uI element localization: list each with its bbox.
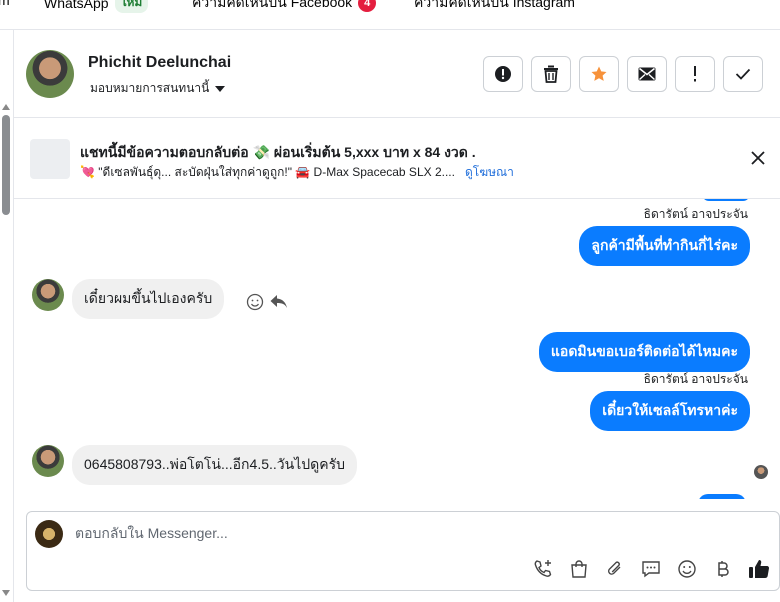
shop-button[interactable]	[567, 557, 591, 581]
scroll-down-arrow[interactable]	[2, 590, 10, 596]
view-ad-link[interactable]: ดูโฆษณา	[465, 163, 514, 182]
mark-done-button[interactable]	[723, 56, 763, 92]
tab-label: m	[0, 0, 10, 8]
star-button[interactable]	[579, 56, 619, 92]
report-spam-button[interactable]	[483, 56, 523, 92]
header-actions	[483, 56, 763, 92]
scrollbar-thumb[interactable]	[2, 115, 10, 215]
phone-plus-icon	[534, 560, 552, 577]
star-icon	[591, 66, 607, 81]
reply-icon[interactable]	[270, 294, 288, 310]
outgoing-message[interactable]: เดี๋ยวให้เซลล์โทรหาค่ะ	[590, 391, 750, 431]
ad-thumbnail[interactable]	[30, 139, 70, 179]
scroll-up-arrow[interactable]	[2, 104, 10, 110]
message-composer	[26, 511, 780, 591]
envelope-icon	[638, 67, 656, 81]
tab-label: ความคิดเห็นบน Instagram	[414, 0, 575, 10]
contact-name[interactable]: Phichit Deelunchai	[88, 54, 231, 72]
smiley-icon[interactable]	[246, 293, 264, 311]
mark-unread-button[interactable]	[627, 56, 667, 92]
check-icon	[735, 68, 751, 80]
message-bubble-partial	[702, 199, 750, 201]
alert-circle-icon	[495, 66, 511, 82]
page-avatar	[35, 520, 63, 548]
thumbs-up-icon	[749, 560, 770, 578]
sender-name: ธิดารัตน์ อาจประจัน	[643, 372, 748, 386]
chat-bubble-icon	[642, 561, 660, 578]
avatar[interactable]	[32, 445, 64, 477]
incoming-message[interactable]: เดี๋ยวผมขึ้นไปเองครับ	[72, 279, 225, 319]
avatar[interactable]	[32, 279, 64, 311]
ad-title: แชทนี้มีข้อความตอบกลับต่อ 💸 ผ่อนเริ่มต้น…	[80, 144, 476, 160]
chevron-down-icon	[215, 85, 226, 92]
outgoing-message[interactable]: ลูกค้ามีพื้นที่ทำกินกี่ไร่คะ	[579, 226, 750, 266]
tab-whatsapp[interactable]: WhatsApp ใหม่	[44, 0, 149, 13]
close-icon[interactable]	[750, 150, 766, 166]
message-thread[interactable]: ธิดารัตน์ อาจประจัน ลูกค้ามีพื้นที่ทำกิน…	[14, 199, 780, 499]
emoji-button[interactable]	[675, 557, 699, 581]
message-bubble-partial	[698, 494, 746, 499]
exclamation-icon	[694, 66, 696, 82]
reply-input[interactable]	[75, 525, 675, 541]
shopping-bag-icon	[571, 560, 587, 578]
like-button[interactable]	[747, 557, 771, 581]
attach-button[interactable]	[603, 557, 627, 581]
channel-tabs: m WhatsApp ใหม่ ความคิดเห็นบน Facebook 4…	[0, 0, 780, 30]
smiley-icon	[678, 560, 696, 578]
avatar[interactable]	[26, 50, 74, 98]
conversation-header: Phichit Deelunchai มอบหมายการสนทนานี้	[14, 30, 780, 118]
ad-context-banner: แชทนี้มีข้อความตอบกลับต่อ 💸 ผ่อนเริ่มต้น…	[14, 118, 780, 199]
sender-name: ธิดารัตน์ อาจประจัน	[643, 207, 748, 221]
tab-instagram-comments[interactable]: ความคิดเห็นบน Instagram	[414, 0, 575, 14]
tab-partial[interactable]: m	[0, 0, 10, 8]
delete-button[interactable]	[531, 56, 571, 92]
trash-icon	[544, 65, 558, 83]
composer-toolbar	[531, 557, 771, 581]
outgoing-message[interactable]: แอดมินขอเบอร์ติดต่อได้ไหมคะ	[538, 332, 750, 372]
ad-description: 💘 "ดีเซลพันธุ์ดุ... สะบัดฝุ่นใส่ทุกค่าดู…	[80, 165, 455, 179]
tab-label: WhatsApp	[44, 0, 109, 11]
tab-facebook-comments[interactable]: ความคิดเห็นบน Facebook 4	[192, 0, 377, 14]
baht-icon	[718, 561, 729, 577]
new-badge: ใหม่	[114, 0, 149, 13]
tab-label: ความคิดเห็นบน Facebook	[192, 0, 353, 10]
paperclip-icon	[608, 561, 621, 575]
count-badge: 4	[358, 0, 377, 12]
incoming-message[interactable]: 0645808793..พ่อโตโน่...อีก4.5..วันไปดูคร…	[72, 445, 357, 485]
read-receipt-avatar	[754, 465, 768, 479]
saved-replies-button[interactable]	[639, 557, 663, 581]
ad-subtitle: 💘 "ดีเซลพันธุ์ดุ... สะบัดฝุ่นใส่ทุกค่าดู…	[80, 163, 514, 182]
assign-conversation-dropdown[interactable]: มอบหมายการสนทนานี้	[90, 79, 226, 98]
follow-up-button[interactable]	[675, 56, 715, 92]
payment-button[interactable]	[711, 557, 735, 581]
call-button[interactable]	[531, 557, 555, 581]
message-tools	[246, 293, 288, 311]
assign-label: มอบหมายการสนทนานี้	[90, 81, 210, 95]
